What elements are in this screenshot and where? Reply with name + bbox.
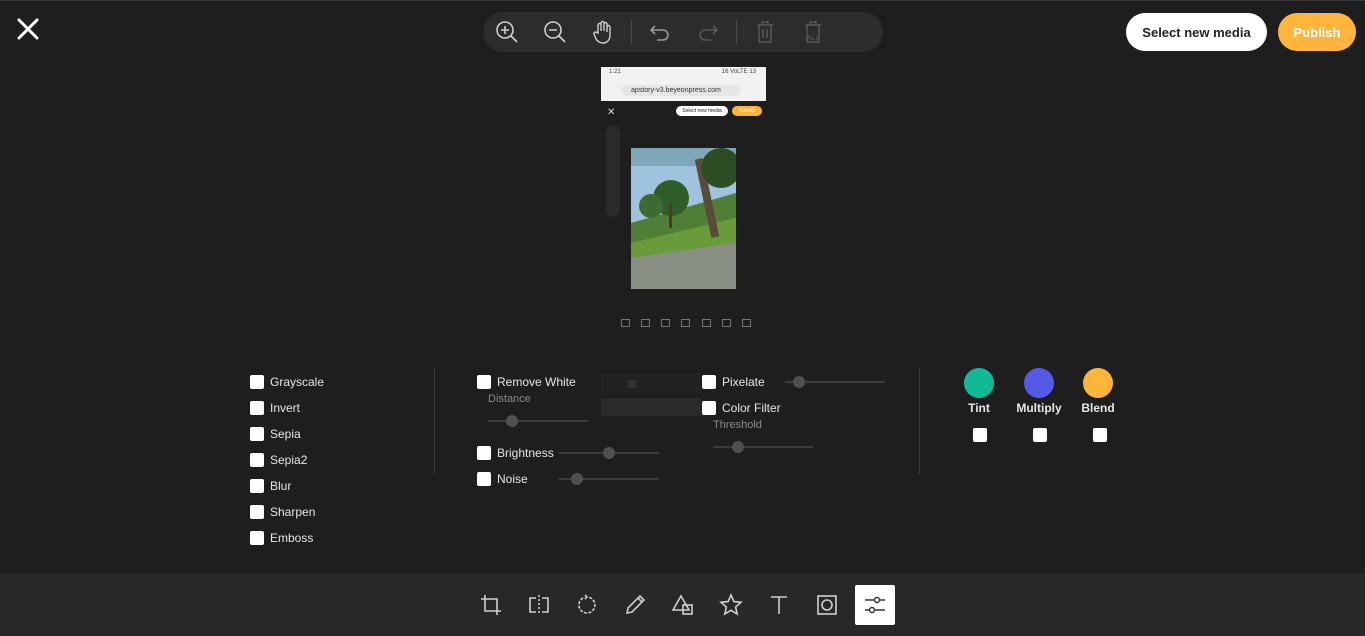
preview-overlay-blocks (601, 373, 701, 417)
preview-sidebar (606, 125, 620, 217)
threshold-label: Threshold (713, 419, 762, 431)
delete-all-icon[interactable]: ALL (789, 12, 837, 52)
checkbox[interactable] (250, 479, 264, 493)
zoom-in-icon[interactable] (483, 12, 531, 52)
preview-status-time: 1:21 (609, 69, 621, 75)
filter-label: Noise (497, 472, 528, 486)
top-toolbar: ALL (483, 12, 883, 52)
filter-remove-white[interactable]: Remove White (477, 375, 576, 389)
checkbox[interactable] (250, 453, 264, 467)
checkbox[interactable] (477, 446, 491, 460)
checkbox[interactable] (250, 531, 264, 545)
filter-label: Grayscale (270, 375, 325, 389)
multiply-color-swatch[interactable] (1024, 368, 1054, 398)
preview-select-button: Select new media (676, 106, 728, 116)
brightness-slider[interactable] (559, 447, 659, 459)
preview-browser-bar: 1:21 16 VoLTE 13 apstory-v3.beyeonpress.… (601, 67, 766, 101)
preview-tool-row (621, 319, 751, 333)
filter-invert[interactable]: Invert (250, 401, 300, 415)
preview-photo (631, 148, 736, 289)
mask-icon[interactable] (807, 585, 847, 625)
filter-brightness[interactable]: Brightness (477, 446, 554, 460)
threshold-slider[interactable] (713, 441, 813, 453)
multiply-checkbox[interactable] (1033, 428, 1047, 442)
text-icon[interactable] (759, 585, 799, 625)
checkbox[interactable] (250, 401, 264, 415)
filter-sharpen[interactable]: Sharpen (250, 505, 315, 519)
filter-label: Pixelate (722, 375, 765, 389)
preview-close-icon: ✕ (607, 107, 616, 118)
filter-label: Remove White (497, 375, 576, 389)
filter-label: Invert (270, 401, 301, 415)
filter-label: Sepia (270, 427, 301, 441)
slider-thumb[interactable] (792, 376, 805, 388)
zoom-out-icon[interactable] (531, 12, 579, 52)
checkbox[interactable] (250, 505, 264, 519)
filter-label: Blur (270, 479, 292, 493)
crop-icon[interactable] (471, 585, 511, 625)
flip-icon[interactable] (519, 585, 559, 625)
redo-icon[interactable] (684, 12, 732, 52)
checkbox[interactable] (477, 472, 491, 486)
preview-status-right: 16 VoLTE 13 (721, 69, 756, 75)
checkbox[interactable] (250, 375, 264, 389)
bottom-toolbar (0, 573, 1365, 636)
filter-sepia[interactable]: Sepia (250, 427, 301, 441)
delete-icon[interactable] (741, 12, 789, 52)
filter-label: Sepia2 (270, 453, 308, 467)
filter-sliders-icon[interactable] (855, 585, 895, 625)
checkbox[interactable] (250, 427, 264, 441)
rotate-icon[interactable] (567, 585, 607, 625)
slider-thumb[interactable] (732, 441, 745, 453)
star-icon[interactable] (711, 585, 751, 625)
blend-checkbox[interactable] (1093, 428, 1107, 442)
pixelate-slider[interactable] (785, 376, 885, 388)
canvas-preview[interactable]: 1:21 16 VoLTE 13 apstory-v3.beyeonpress.… (601, 67, 766, 362)
slider-thumb[interactable] (505, 415, 518, 427)
filter-pixelate[interactable]: Pixelate (702, 375, 765, 389)
distance-label: Distance (488, 393, 531, 405)
filter-label: Brightness (497, 446, 554, 460)
filter-emboss[interactable]: Emboss (250, 531, 313, 545)
filter-label: Color Filter (722, 401, 781, 415)
filter-blur[interactable]: Blur (250, 479, 291, 493)
publish-button[interactable]: Publish (1278, 13, 1356, 51)
filter-color-filter[interactable]: Color Filter (702, 401, 781, 415)
close-icon[interactable] (14, 15, 42, 43)
preview-publish-button: Publish (732, 106, 762, 116)
filter-grayscale[interactable]: Grayscale (250, 375, 324, 389)
checkbox[interactable] (702, 375, 716, 389)
tint-color-swatch[interactable] (964, 368, 994, 398)
draw-icon[interactable] (615, 585, 655, 625)
blend-color-swatch[interactable] (1083, 368, 1113, 398)
preview-url-bar: apstory-v3.beyeonpress.com (621, 85, 741, 96)
toolbar-divider (631, 20, 632, 44)
undo-icon[interactable] (636, 12, 684, 52)
hand-pan-icon[interactable] (579, 12, 627, 52)
slider-thumb[interactable] (603, 447, 615, 459)
noise-slider[interactable] (559, 473, 659, 485)
distance-slider[interactable] (488, 415, 588, 427)
slider-thumb[interactable] (571, 473, 584, 485)
blend-label: Blend (1081, 401, 1115, 415)
filter-sepia2[interactable]: Sepia2 (250, 453, 307, 467)
checkbox[interactable] (477, 375, 491, 389)
filter-label: Sharpen (270, 505, 316, 519)
panel-divider (434, 368, 435, 474)
checkbox[interactable] (702, 401, 716, 415)
tint-checkbox[interactable] (973, 428, 987, 442)
select-new-media-button[interactable]: Select new media (1126, 13, 1267, 51)
shape-icon[interactable] (663, 585, 703, 625)
panel-divider (919, 368, 920, 474)
delete-all-label: ALL (807, 35, 820, 42)
filter-noise[interactable]: Noise (477, 472, 528, 486)
filter-label: Emboss (270, 531, 314, 545)
toolbar-divider (736, 20, 737, 44)
